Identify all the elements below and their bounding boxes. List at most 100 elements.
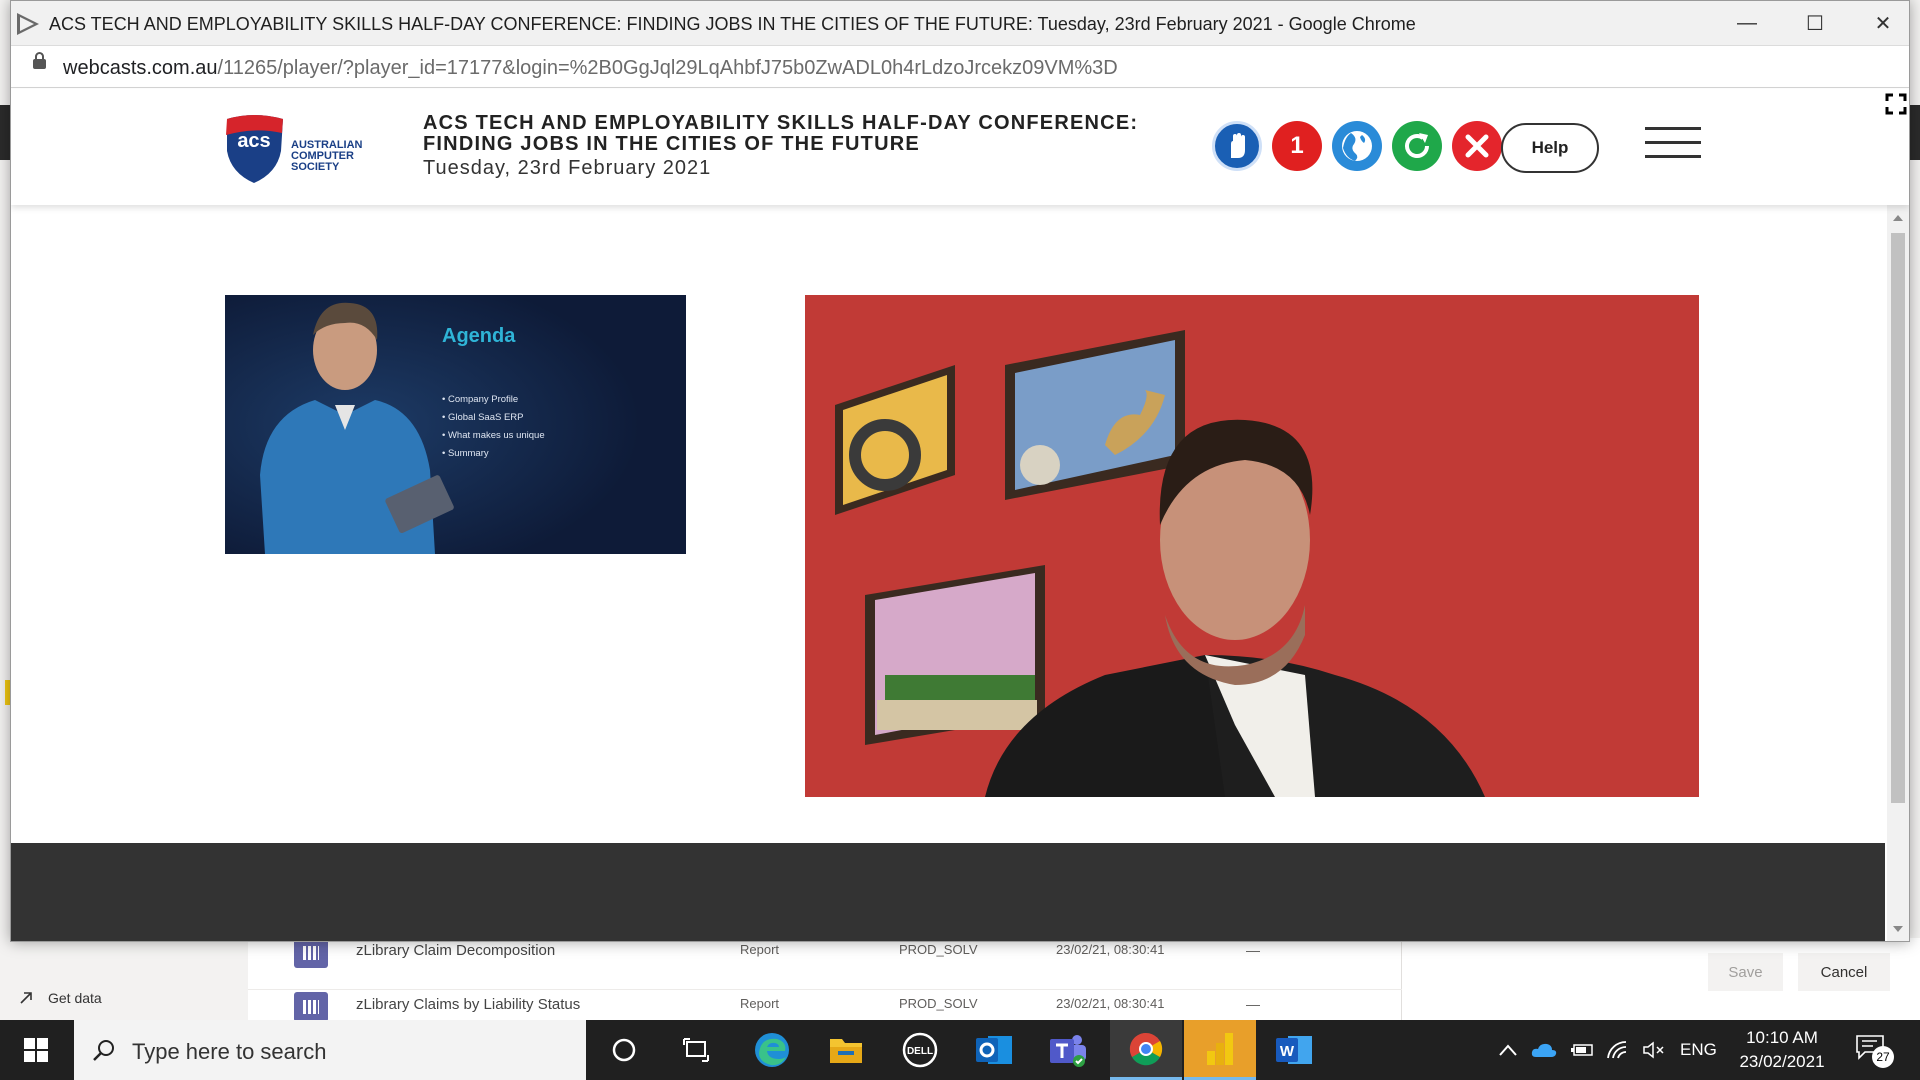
wifi-button[interactable] [1606, 1020, 1630, 1080]
task-view-icon [683, 1038, 709, 1062]
slide-agenda-item: Company Profile [442, 391, 545, 409]
report-icon [294, 938, 328, 968]
play-icon [17, 13, 39, 35]
report-type: Report [740, 996, 780, 1011]
logo-text-line: SOCIETY [291, 161, 340, 173]
logo-text: AUSTRALIAN COMPUTER SOCIETY [291, 140, 371, 173]
chrome-button[interactable] [1110, 1020, 1182, 1080]
get-data-link[interactable]: Get data [18, 990, 102, 1006]
word-button[interactable]: W [1258, 1020, 1330, 1080]
lock-icon[interactable] [33, 52, 46, 69]
acs-shield-icon: acs [226, 115, 283, 183]
url-domain: webcasts.com.au [63, 57, 218, 79]
presentation-slide[interactable]: Agenda Company Profile Global SaaS ERP W… [225, 295, 686, 554]
scroll-thumb[interactable] [1891, 233, 1905, 803]
url-text[interactable]: webcasts.com.au/11265/player/?player_id=… [63, 57, 1118, 80]
minimize-button[interactable]: — [1713, 1, 1781, 46]
show-hidden-icons-button[interactable] [1498, 1020, 1518, 1080]
scroll-down-arrow-icon[interactable] [1893, 926, 1903, 932]
dell-icon: DELL [902, 1032, 938, 1068]
cortana-button[interactable] [588, 1020, 660, 1080]
conference-title: ACS TECH AND EMPLOYABILITY SKILLS HALF-D… [423, 113, 1183, 155]
dell-button[interactable]: DELL [884, 1020, 956, 1080]
raise-hand-icon [1231, 133, 1245, 158]
report-owner: PROD_SOLV [899, 942, 978, 957]
close-button[interactable]: ✕ [1849, 1, 1909, 46]
chevron-up-icon [1499, 1044, 1517, 1056]
page-header: acs AUSTRALIAN COMPUTER SOCIETY ACS TECH… [11, 89, 1909, 205]
arrow-up-right-icon [20, 992, 32, 1004]
cortana-icon [612, 1038, 636, 1062]
speaker-video[interactable] [805, 295, 1699, 797]
language-button[interactable] [1332, 121, 1382, 171]
word-icon: W [1276, 1036, 1312, 1064]
list-item[interactable]: zLibrary Claim Decomposition Report PROD… [248, 938, 1402, 990]
taskbar-search-box[interactable]: Type here to search [74, 1020, 586, 1080]
svg-text:DELL: DELL [907, 1046, 933, 1057]
onedrive-icon [1531, 1043, 1557, 1057]
language-indicator[interactable]: ENG [1680, 1020, 1717, 1080]
maximize-button[interactable]: ☐ [1781, 1, 1849, 46]
acs-logo[interactable]: acs AUSTRALIAN COMPUTER SOCIETY [221, 113, 371, 187]
get-data-label: Get data [48, 990, 102, 1006]
logo-mark: acs [237, 130, 270, 152]
task-view-button[interactable] [660, 1020, 732, 1080]
window-title: ACS TECH AND EMPLOYABILITY SKILLS HALF-D… [49, 14, 1416, 34]
slide-agenda-list: Company Profile Global SaaS ERP What mak… [442, 391, 545, 463]
cancel-button[interactable]: Cancel [1798, 953, 1890, 991]
battery-icon [1571, 1044, 1593, 1056]
exit-button[interactable] [1452, 121, 1502, 171]
battery-button[interactable] [1570, 1020, 1596, 1080]
refresh-button[interactable] [1392, 121, 1442, 171]
edge-button[interactable] [736, 1020, 808, 1080]
search-placeholder: Type here to search [132, 1039, 327, 1064]
onedrive-button[interactable] [1530, 1020, 1558, 1080]
globe-icon [1342, 131, 1372, 161]
taskbar-clock[interactable]: 10:10 AM 23/02/2021 [1722, 1026, 1842, 1074]
clock-date: 23/02/2021 [1739, 1052, 1825, 1071]
close-circle-icon [1465, 134, 1489, 158]
questions-badge-button[interactable]: 1 [1272, 121, 1322, 171]
hamburger-menu-icon[interactable] [1645, 127, 1701, 161]
background-report-list: zLibrary Claim Decomposition Report PROD… [248, 938, 1402, 1044]
start-button[interactable] [0, 1020, 72, 1080]
report-date: 23/02/21, 08:30:41 [1056, 942, 1165, 957]
url-path: /11265/player/?player_id=17177&login=%2B… [217, 57, 1118, 79]
fullscreen-icon[interactable] [1885, 93, 1907, 115]
windows-logo-icon [24, 1038, 48, 1062]
speaker-video-frame [805, 295, 1699, 797]
help-button[interactable]: Help [1501, 123, 1599, 173]
scroll-up-arrow-icon[interactable] [1893, 215, 1903, 221]
player-control-bar[interactable] [11, 843, 1885, 941]
clock-time: 10:10 AM [1746, 1028, 1818, 1047]
powerbi-button[interactable] [1184, 1020, 1256, 1080]
vertical-scrollbar[interactable] [1887, 205, 1909, 941]
title-bar[interactable]: ACS TECH AND EMPLOYABILITY SKILLS HALF-D… [11, 1, 1909, 46]
conference-title-line1: ACS TECH AND EMPLOYABILITY SKILLS HALF-D… [423, 112, 1139, 134]
volume-button[interactable] [1642, 1020, 1666, 1080]
refresh-icon [1405, 133, 1429, 158]
file-explorer-button[interactable] [810, 1020, 882, 1080]
teams-button[interactable] [1032, 1020, 1104, 1080]
file-explorer-icon [830, 1039, 862, 1063]
report-icon [294, 992, 328, 1022]
report-owner: PROD_SOLV [899, 996, 978, 1011]
raise-hand-button[interactable] [1212, 121, 1262, 171]
slide-agenda-item: What makes us unique [442, 427, 545, 445]
conference-date: Tuesday, 23rd February 2021 [423, 157, 712, 179]
chrome-window: ACS TECH AND EMPLOYABILITY SKILLS HALF-D… [10, 0, 1910, 942]
report-dash: — [1246, 996, 1260, 1012]
slide-agenda-item: Global SaaS ERP [442, 409, 545, 427]
outlook-button[interactable] [958, 1020, 1030, 1080]
conference-title-line2: FINDING JOBS IN THE CITIES OF THE FUTURE [423, 133, 920, 155]
wifi-icon [1607, 1041, 1627, 1059]
slide-title: Agenda [442, 325, 516, 347]
action-center-button[interactable]: 27 [1855, 1034, 1895, 1068]
save-button[interactable]: Save [1708, 953, 1783, 991]
address-bar[interactable]: webcasts.com.au/11265/player/?player_id=… [11, 46, 1909, 88]
number-badge-label: 1 [1290, 132, 1304, 159]
report-name: zLibrary Claims by Liability Status [356, 996, 581, 1013]
outlook-icon [976, 1036, 1012, 1064]
report-dash: — [1246, 942, 1260, 958]
powerbi-icon [1207, 1032, 1233, 1065]
